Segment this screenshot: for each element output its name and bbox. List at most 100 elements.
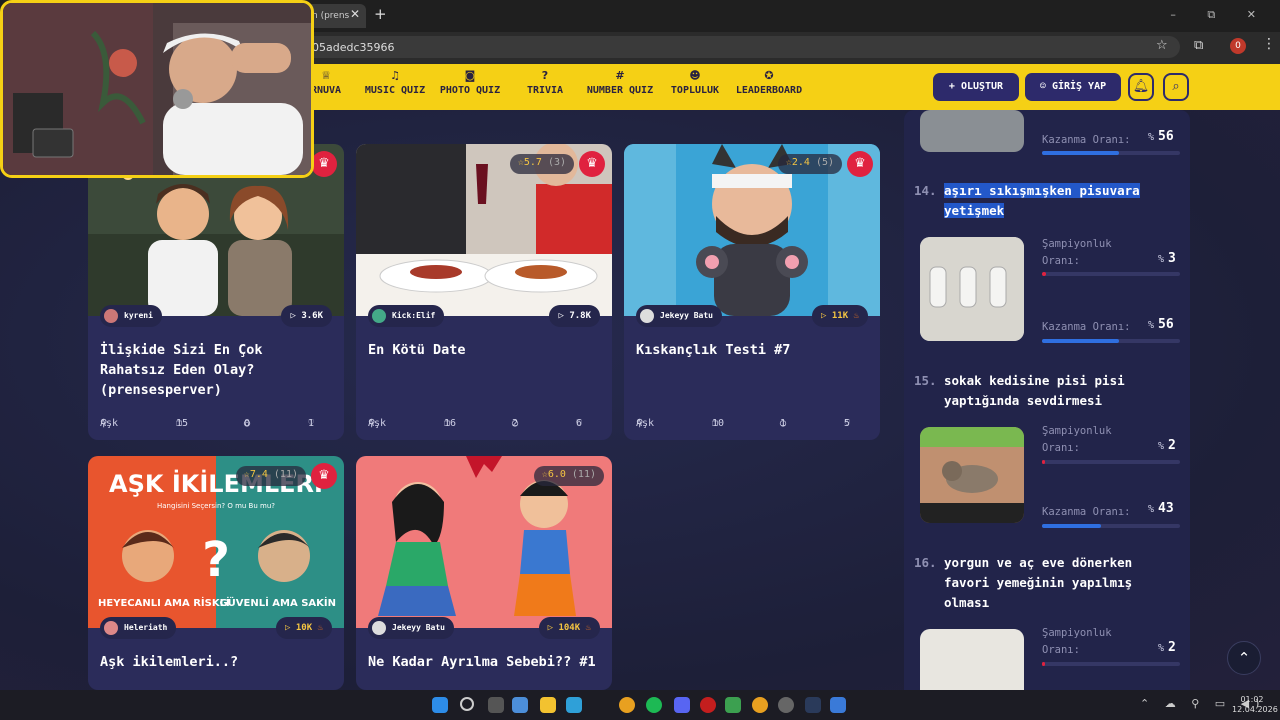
spotify-icon[interactable] [646, 697, 662, 713]
win-rate-bar [1042, 151, 1180, 155]
champion-rate-label: Şampiyonluk Oranı: [1042, 627, 1112, 656]
camera-icon: ◙ [464, 69, 476, 82]
author-badge[interactable]: Jekeyy Batu [636, 305, 722, 327]
app-icon[interactable] [725, 697, 741, 713]
win-rate-label: Kazanma Oranı: [1042, 134, 1131, 146]
bell-icon[interactable]: 🔔︎ [1128, 73, 1154, 101]
quiz-thumbnail [356, 144, 612, 316]
card-stats: ⚲ Aşk ❐ 16 ◯ 2 ♡ 6 [368, 418, 583, 429]
quiz-thumbnail: AŞK İKİLEMLERİ Hangisini Seçersin? O mu … [88, 456, 344, 628]
quiz-card[interactable]: AŞK İKİLEMLERİ Hangisini Seçersin? O mu … [88, 456, 344, 690]
card-title[interactable]: Aşk ikilemleri..? [100, 652, 332, 672]
rank-number: 16. [914, 555, 937, 570]
search-icon[interactable]: ⌕ [1163, 73, 1189, 101]
win-rate-label: Kazanma Oranı: [1042, 506, 1131, 518]
create-button[interactable]: + OLUŞTUR [933, 73, 1019, 101]
play-count: ▷ 3.6K [281, 305, 332, 327]
author-badge[interactable]: Kick:Elif [368, 305, 445, 327]
user-icon: ☺ [1039, 81, 1046, 92]
webcam-overlay [0, 0, 314, 178]
entry-image [920, 237, 1024, 341]
music-icon: ♫ [390, 69, 400, 82]
login-button[interactable]: ☺ GİRİŞ YAP [1025, 73, 1121, 101]
author-badge[interactable]: kyreni [100, 305, 162, 327]
crown-icon: ♛ [311, 151, 337, 177]
card-title[interactable]: Ne Kadar Ayrılma Sebebi?? #1 [368, 652, 600, 672]
card-title[interactable]: İlişkide Sizi En Çok Rahatsız Eden Olay?… [100, 340, 332, 400]
task-view-icon[interactable] [488, 697, 504, 713]
quiz-card[interactable]: ☆6.0 (11) Jekeyy Batu ▷ 104K ♨ Ne Kadar … [356, 456, 612, 690]
entry-image [920, 110, 1024, 152]
card-title[interactable]: Kıskançlık Testi #7 [636, 340, 868, 360]
win-rate-value: % 56 [1148, 129, 1174, 144]
window-controls[interactable]: – ⧉ ✕ [1170, 8, 1270, 22]
champion-rate-value: % 2 [1158, 438, 1176, 453]
entry-title[interactable]: yorgun ve aç eve dönerken favori yemeğin… [944, 553, 1184, 613]
avatar [104, 620, 118, 635]
copilot-icon[interactable] [512, 697, 528, 713]
nav-item-trivia[interactable]: ? TRIVIA [522, 70, 568, 104]
nav-item-number-quiz[interactable]: # NUMBER QUIZ [584, 70, 656, 104]
award-icon: ✪ [764, 69, 774, 82]
win-rate-label: Kazanma Oranı: [1042, 321, 1131, 333]
close-tab-icon[interactable]: ✕ [350, 7, 360, 21]
users-icon: ☻ [689, 69, 701, 82]
nav-item-photo-quiz[interactable]: ◙ PHOTO QUIZ [437, 70, 503, 104]
app-icon[interactable] [805, 697, 821, 713]
opera-icon[interactable] [700, 697, 716, 713]
chevron-up-icon: ⌃ [1237, 649, 1251, 667]
system-clock[interactable]: 01:02 12.04.2026 [1232, 695, 1278, 715]
crown-icon: ♛ [579, 151, 605, 177]
question-icon: ? [541, 69, 549, 82]
card-stats: ⚲ Aşk ❐ 10 ◯ 1 ♡ 5 [636, 418, 851, 429]
entry-title[interactable]: aşırı sıkışmışken pisuvara yetişmek [944, 181, 1184, 221]
search-icon[interactable] [460, 697, 474, 711]
entry-title[interactable]: sokak kedisine pisi pisi yaptığında sevd… [944, 371, 1184, 411]
browser-menu-icon[interactable]: ⋮ [1262, 36, 1276, 52]
quiz-card[interactable]: ☆5.7 (3) ♛ Kick:Elif ▷ 7.8K En Kötü Date… [356, 144, 612, 440]
fire-icon: ♨ [853, 311, 859, 321]
nav-item-leaderboard[interactable]: ✪ LEADERBOARD [733, 70, 805, 104]
play-count: ▷ 10K ♨ [276, 617, 332, 639]
champion-rate-bar [1042, 662, 1180, 666]
scroll-top-button[interactable]: ⌃ [1227, 641, 1261, 675]
chrome-icon[interactable] [752, 697, 768, 713]
folder-icon[interactable] [540, 697, 556, 713]
card-title[interactable]: En Kötü Date [368, 340, 600, 360]
discord-icon[interactable] [674, 697, 690, 713]
author-badge[interactable]: Heleriath [100, 617, 177, 639]
start-icon[interactable] [432, 697, 448, 713]
play-count: ▷ 7.8K [549, 305, 600, 327]
app-icon[interactable] [830, 697, 846, 713]
entry-image [920, 427, 1024, 523]
crown-icon: ♛ [847, 151, 873, 177]
extension-badge[interactable]: 0 [1230, 38, 1246, 54]
nav-item-music-quiz[interactable]: ♫ MUSIC QUIZ [362, 70, 428, 104]
win-rate-value: % 43 [1148, 501, 1174, 516]
avatar [104, 308, 118, 323]
rating-badge: ☆7.4 (11) [235, 466, 306, 486]
bookmark-star-icon[interactable]: ☆ [1156, 38, 1168, 53]
win-rate-value: % 56 [1148, 317, 1174, 332]
avatar [372, 308, 386, 323]
quiz-card[interactable]: ♛ kyreni ▷ 3.6K İlişkide Sizi En Çok Rah… [88, 144, 344, 440]
champion-rate-bar [1042, 460, 1180, 464]
url-input[interactable]: 05adedc35966 [300, 36, 1180, 58]
rank-number: 15. [914, 373, 937, 388]
svg-text:?: ? [202, 532, 230, 588]
extensions-icon[interactable]: ⧉ [1194, 38, 1203, 53]
chrome-icon[interactable] [619, 697, 635, 713]
champion-rate-value: % 3 [1158, 251, 1176, 266]
champion-rate-label: Şampiyonluk Oranı: [1042, 425, 1112, 454]
thumb-right-label: GÜVENLİ AMA SAKİN [219, 595, 336, 609]
hash-icon: # [615, 69, 625, 82]
edge-icon[interactable] [566, 697, 582, 713]
author-badge[interactable]: Jekeyy Batu [368, 617, 454, 639]
fire-icon: ♨ [317, 623, 323, 633]
new-tab-icon[interactable]: + [374, 5, 387, 23]
obs-icon[interactable] [778, 697, 794, 713]
quiz-card[interactable]: ☆2.4 (5) ♛ Jekeyy Batu ▷ 11K ♨ Kıskançlı… [624, 144, 880, 440]
nav-item-topluluk[interactable]: ☻ TOPLULUK [667, 70, 723, 104]
quiz-thumbnail [624, 144, 880, 316]
card-stats: ⚲ Aşk ❐ 15 ◯ 0 ♡ 1 [100, 418, 315, 429]
